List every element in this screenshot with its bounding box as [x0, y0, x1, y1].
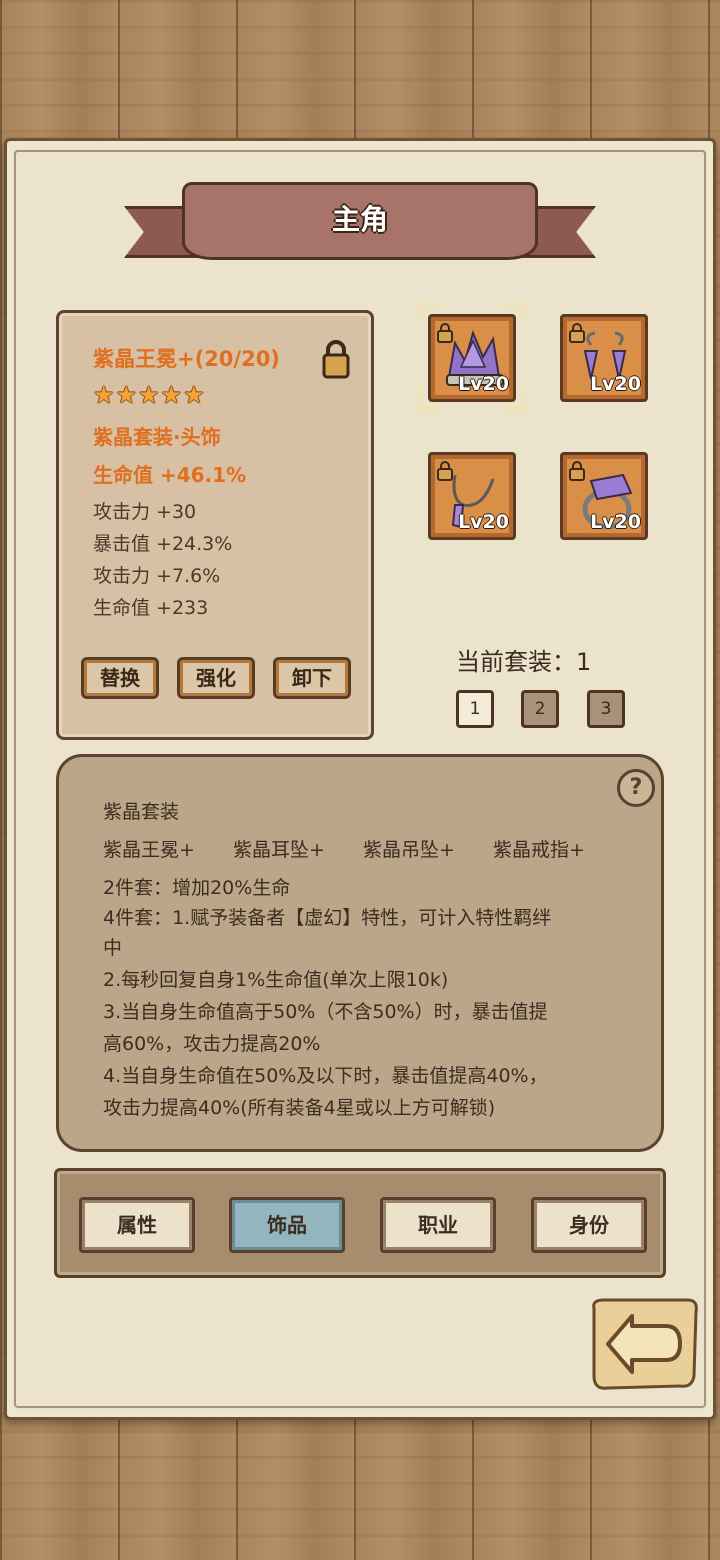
tab-attributes[interactable]: 属性	[79, 1197, 195, 1253]
set-option-2[interactable]: 2	[521, 690, 559, 728]
set-effect-line: 4.当自身生命值在50%及以下时，暴击值提高40%，	[103, 1065, 548, 1087]
current-set-label: 当前套装：1	[456, 648, 592, 676]
set-option-1[interactable]: 1	[456, 690, 494, 728]
set-description-box: ? 紫晶套装 紫晶王冕+ 紫晶耳坠+ 紫晶吊坠+ 紫晶戒指+ 2件套：增加20%…	[56, 754, 664, 1152]
enhance-button[interactable]: 强化	[177, 657, 255, 699]
set-piece: 紫晶耳坠+	[233, 839, 325, 861]
slot-crown[interactable]: Lv20	[428, 314, 516, 402]
item-main-stat: 生命值 +46.1%	[93, 463, 247, 487]
lock-icon	[569, 323, 585, 347]
back-button[interactable]	[584, 1296, 704, 1400]
set-effect-line: 中	[103, 937, 123, 959]
slot-level: Lv20	[590, 373, 641, 395]
lock-icon	[569, 461, 585, 485]
item-set-label: 紫晶套装·头饰	[93, 425, 221, 449]
item-sub-stat: 攻击力 +7.6%	[93, 565, 221, 587]
back-arrow-icon	[592, 1298, 698, 1390]
item-stars: ★★★★★	[93, 381, 206, 409]
slot-level: Lv20	[458, 511, 509, 533]
set-piece: 紫晶王冕+	[103, 839, 195, 861]
slot-pendant[interactable]: Lv20	[428, 452, 516, 540]
item-sub-stat: 暴击值 +24.3%	[93, 533, 233, 555]
tab-bar: 属性 饰品 职业 身份	[54, 1168, 666, 1278]
replace-button[interactable]: 替换	[81, 657, 159, 699]
slot-level: Lv20	[458, 373, 509, 395]
title-ribbon: 主角	[120, 178, 600, 278]
tab-class[interactable]: 职业	[380, 1197, 496, 1253]
slot-level: Lv20	[590, 511, 641, 533]
lock-icon	[437, 461, 453, 485]
tab-accessories[interactable]: 饰品	[229, 1197, 345, 1253]
set-piece: 紫晶吊坠+	[363, 839, 455, 861]
lock-icon	[437, 323, 453, 347]
tab-identity[interactable]: 身份	[531, 1197, 647, 1253]
set-effect-line: 2.每秒回复自身1%生命值(单次上限10k)	[103, 969, 449, 991]
lock-icon[interactable]	[321, 339, 351, 383]
slot-earring[interactable]: Lv20	[560, 314, 648, 402]
set-effect-line: 高60%，攻击力提高20%	[103, 1033, 321, 1055]
item-detail-card: 紫晶王冕+(20/20) ★★★★★ 紫晶套装·头饰 生命值 +46.1% 攻击…	[56, 310, 374, 740]
set-effect-line: 4件套：1.赋予装备者【虚幻】特性，可计入特性羁绊	[103, 907, 552, 929]
item-sub-stat: 生命值 +233	[93, 597, 209, 619]
help-icon[interactable]: ?	[617, 769, 655, 807]
page-title: 主角	[331, 203, 388, 236]
set-piece: 紫晶戒指+	[493, 839, 585, 861]
item-name: 紫晶王冕+(20/20)	[93, 347, 280, 371]
slot-ring[interactable]: Lv20	[560, 452, 648, 540]
set-effect-line: 2件套：增加20%生命	[103, 877, 291, 899]
set-title: 紫晶套装	[103, 801, 180, 823]
set-option-3[interactable]: 3	[587, 690, 625, 728]
unequip-button[interactable]: 卸下	[273, 657, 351, 699]
set-effect-line: 攻击力提高40%(所有装备4星或以上方可解锁)	[103, 1097, 496, 1119]
set-effect-line: 3.当自身生命值高于50%（不含50%）时，暴击值提	[103, 1001, 548, 1023]
item-sub-stat: 攻击力 +30	[93, 501, 197, 523]
